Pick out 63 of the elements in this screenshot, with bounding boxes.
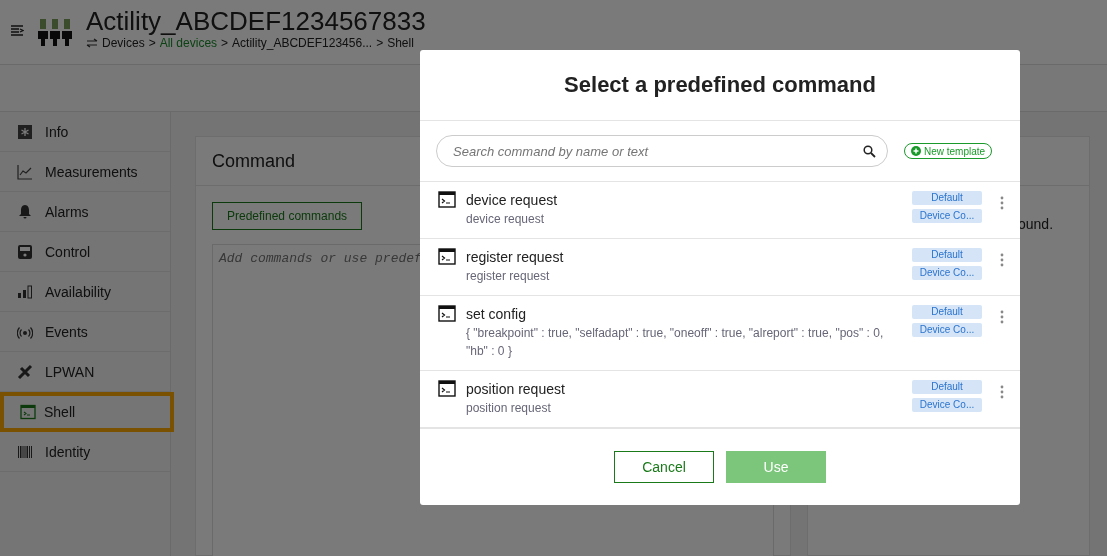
more-icon[interactable] xyxy=(1000,253,1004,268)
terminal-icon xyxy=(438,380,456,398)
predefined-commands-button[interactable]: Predefined commands xyxy=(212,202,363,230)
device-title: Actility_ABCDEF1234567833 xyxy=(86,6,426,36)
chart-icon xyxy=(17,163,33,180)
breadcrumb-separator: > xyxy=(148,36,156,50)
sidebar-item[interactable]: Measurements xyxy=(0,152,170,192)
breadcrumb-separator: > xyxy=(376,36,384,50)
command-row[interactable]: device request device request Default Device Co... xyxy=(420,182,1020,240)
sidebar-item[interactable]: Shell xyxy=(0,392,174,432)
menu-icon[interactable] xyxy=(10,24,24,38)
breadcrumb-item: Shell xyxy=(387,36,414,50)
command-row[interactable]: register request register request Default Device Co... xyxy=(420,239,1020,297)
sidebar-item[interactable]: LPWAN xyxy=(0,352,170,392)
sidebar-item[interactable]: Control xyxy=(0,232,170,272)
terminal-icon xyxy=(438,248,456,266)
more-icon[interactable] xyxy=(1000,385,1004,400)
command-name: device request xyxy=(466,191,559,210)
terminal-icon xyxy=(438,305,456,323)
command-name: register request xyxy=(466,248,565,267)
command-text: device request xyxy=(466,211,546,229)
swap-icon xyxy=(86,38,98,48)
sidebar-item[interactable]: Availability xyxy=(0,272,170,312)
tag: Default xyxy=(912,248,982,263)
sidebar-item[interactable]: Events xyxy=(0,312,170,352)
asterisk-icon xyxy=(17,123,33,140)
command-text: register request xyxy=(466,268,551,286)
breadcrumb-item: Actility_ABCDEF123456... xyxy=(232,36,373,50)
sidebar-item[interactable]: Info xyxy=(0,112,170,152)
more-icon[interactable] xyxy=(1000,310,1004,325)
more-icon[interactable] xyxy=(1000,196,1004,211)
sidebar-item[interactable]: Alarms xyxy=(0,192,170,232)
card-title: Command xyxy=(212,150,296,172)
command-row[interactable]: position request position request Default Device Co... xyxy=(420,371,1020,429)
breadcrumb-link[interactable]: All devices xyxy=(159,36,218,50)
command-name: position request xyxy=(466,380,566,399)
tag: Default xyxy=(912,305,982,320)
tag: Device Co... xyxy=(912,323,982,338)
barcode-icon xyxy=(17,443,33,460)
command-name: set config xyxy=(466,305,527,324)
sidebar-item[interactable]: Identity xyxy=(0,432,170,472)
terminal-icon xyxy=(20,404,36,420)
command-text: { "breakpoint" : true, "selfadapt" : true, "oneoff" : true, "alreport" : true, "pos" : 0, "hb" : 0 } xyxy=(466,325,885,361)
search-field[interactable]: Search command by name or text xyxy=(436,135,888,168)
bell-icon xyxy=(17,203,33,220)
panel-icon xyxy=(17,243,33,260)
tag: Default xyxy=(912,380,982,395)
search-icon[interactable] xyxy=(863,145,876,159)
bars-icon xyxy=(17,283,33,300)
breadcrumb-item: Devices xyxy=(102,36,145,50)
tag: Device Co... xyxy=(912,398,982,413)
breadcrumb-separator: > xyxy=(221,36,229,50)
plus-icon xyxy=(911,146,921,157)
new-template-button[interactable]: New template xyxy=(904,143,993,160)
tag: Default xyxy=(912,191,982,206)
command-text: position request xyxy=(466,400,552,418)
tag: Device Co... xyxy=(912,209,982,224)
command-row[interactable]: set config { "breakpoint" : true, "selfadapt" : true, "oneoff" : true, "alreport" : true, "pos" : 0, "hb" : 0 } Default Device Co... xyxy=(420,296,1020,372)
device-icon xyxy=(38,17,72,47)
tag: Device Co... xyxy=(912,266,982,281)
terminal-icon xyxy=(438,191,456,209)
dialog-title: Select a predefined command xyxy=(420,50,1020,121)
cancel-button[interactable]: Cancel xyxy=(614,451,714,484)
